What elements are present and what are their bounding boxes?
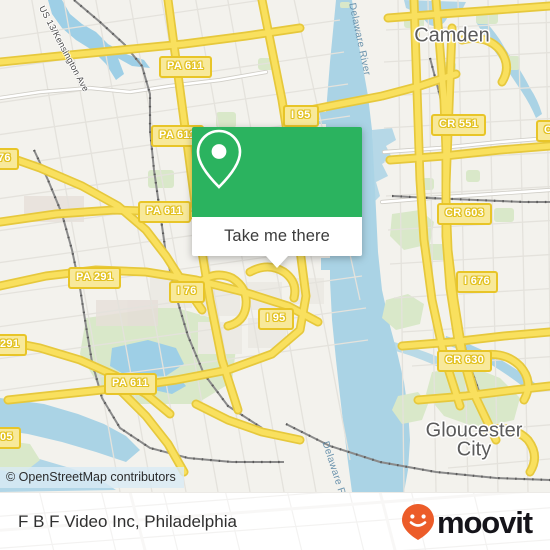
road-shield-i-95[interactable]: 05 [0, 427, 21, 449]
screenshot-root: Camden Gloucester City Delaware River De… [0, 0, 550, 550]
road-shield-cr-edge[interactable]: CR [536, 120, 550, 142]
osm-attribution[interactable]: © OpenStreetMap contributors [0, 467, 184, 488]
road-shield-cr-603[interactable]: CR 603 [437, 203, 493, 225]
map-pin-icon [196, 129, 242, 189]
road-shield-pa-291[interactable]: PA 291 [68, 267, 122, 289]
road-shield-pa-611[interactable]: PA 611 [104, 373, 157, 395]
moovit-pin-smile-icon [401, 504, 434, 540]
footer-bar: F B F Video Inc, Philadelphia moovit [0, 492, 550, 550]
moovit-wordmark: moovit [436, 504, 533, 540]
road-shield-pa-611[interactable]: PA 611 [159, 56, 212, 78]
road-shield-pa-611[interactable]: PA 611 [138, 201, 191, 223]
location-popup[interactable]: Take me there [192, 127, 362, 268]
road-shield-i-95[interactable]: I 95 [283, 105, 319, 127]
popup-pin-panel [192, 127, 362, 217]
place-label: Camden [414, 24, 490, 47]
popup-tail [266, 256, 288, 268]
map-canvas[interactable]: Camden Gloucester City Delaware River De… [0, 0, 550, 492]
road-shield-i-676[interactable]: I 676 [456, 271, 498, 293]
moovit-brand[interactable]: moovit [401, 503, 533, 541]
place-label: City [456, 438, 492, 461]
road-shield-i-76[interactable]: I 76 [169, 281, 205, 303]
popup-cta-label: Take me there [224, 227, 330, 245]
road-shield-pa-291[interactable]: 291 [0, 334, 28, 356]
popup-cta[interactable]: Take me there [192, 217, 362, 256]
road-shield-cr-630[interactable]: CR 630 [437, 350, 493, 372]
road-shield-i-76[interactable]: 76 [0, 148, 19, 170]
page-title: F B F Video Inc, Philadelphia [18, 512, 237, 531]
road-shield-i-95[interactable]: I 95 [258, 308, 294, 330]
road-shield-cr-551[interactable]: CR 551 [431, 114, 487, 136]
